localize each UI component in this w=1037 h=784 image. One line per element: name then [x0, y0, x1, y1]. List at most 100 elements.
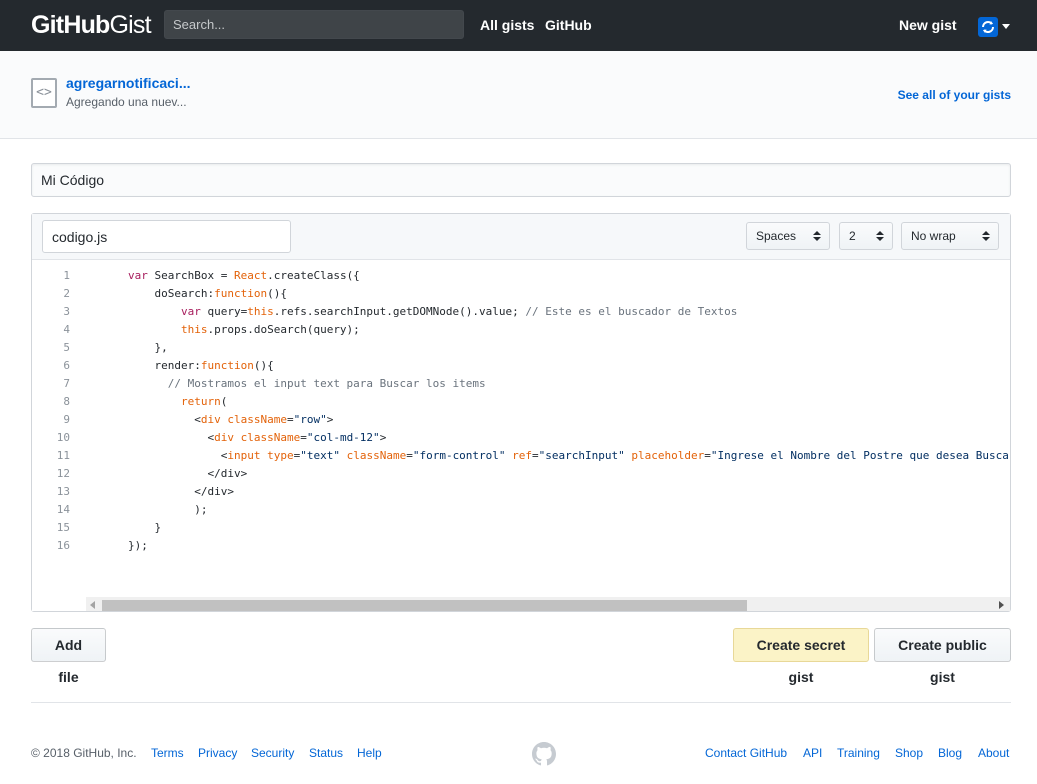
code-token: var: [180, 305, 201, 318]
nav-all-gists[interactable]: All gists: [480, 17, 534, 33]
code-line[interactable]: });: [128, 537, 148, 555]
code-area[interactable]: var SearchBox = React.createClass({ doSe…: [128, 261, 1008, 591]
code-line[interactable]: // Mostramos el input text para Buscar l…: [128, 375, 486, 393]
code-editor[interactable]: 1 2 3 4 5 6 7 8 9 10 11 12 13 14 15 16 var SearchBox = …: [32, 261, 1010, 611]
code-line[interactable]: <div className="row">: [128, 411, 333, 429]
footer-link-blog[interactable]: Blog: [938, 746, 962, 760]
code-token: SearchBox =: [147, 269, 234, 282]
code-token: </div>: [128, 467, 248, 480]
wrap-mode-select[interactable]: No wrap: [901, 222, 999, 250]
scroll-left-arrow-icon[interactable]: [90, 601, 95, 609]
footer-link-status[interactable]: Status: [309, 746, 343, 760]
scrollbar-thumb[interactable]: [102, 600, 747, 611]
code-token: }: [128, 521, 162, 534]
file-header: Spaces 2 No wrap: [32, 214, 1010, 260]
code-token: =: [406, 449, 413, 462]
indent-mode-value: Spaces: [756, 229, 797, 243]
footer-link-about[interactable]: About: [978, 746, 1009, 760]
new-gist-link[interactable]: New gist: [899, 17, 957, 33]
gist-title-link[interactable]: agregarnotificaci...: [66, 75, 190, 91]
add-file-button[interactable]: Add file: [31, 628, 106, 685]
line-number: 10: [56, 431, 70, 444]
github-octocat-icon[interactable]: [532, 742, 556, 766]
github-gist-logo[interactable]: GitHubGist: [31, 11, 152, 39]
code-token: doSearch:: [128, 287, 215, 300]
code-token: input: [227, 449, 261, 462]
nav-github[interactable]: GitHub: [545, 17, 592, 33]
code-line[interactable]: doSearch:function(){: [128, 285, 287, 303]
code-line[interactable]: },: [128, 339, 167, 357]
footer-link-security[interactable]: Security: [251, 746, 294, 760]
wrap-mode-value: No wrap: [911, 229, 956, 243]
logo-github: GitHub: [31, 11, 110, 39]
filename-input[interactable]: [42, 220, 291, 253]
code-token: .props.doSearch(query);: [207, 323, 360, 336]
gist-subhead: <> agregarnotificaci... Agregando una nu…: [0, 51, 1037, 139]
code-token: function: [200, 359, 254, 372]
create-public-gist-button[interactable]: Create public gist: [874, 628, 1011, 685]
footer-link-api[interactable]: API: [803, 746, 822, 760]
code-token: function: [214, 287, 268, 300]
code-token: var: [128, 269, 148, 282]
code-token: >: [379, 431, 387, 444]
code-line[interactable]: this.props.doSearch(query);: [128, 321, 360, 339]
code-line[interactable]: return(: [128, 393, 227, 411]
avatar-icon: [978, 17, 998, 37]
top-header: GitHubGist All gists GitHub New gist: [0, 0, 1037, 51]
footer-link-help[interactable]: Help: [357, 746, 382, 760]
caret-down-icon: [1002, 24, 1010, 29]
user-menu[interactable]: [978, 17, 1010, 37]
scroll-right-arrow-icon[interactable]: [999, 601, 1004, 609]
code-token: placeholder: [631, 449, 705, 462]
indent-size-value: 2: [849, 229, 856, 243]
code-line[interactable]: render:function(){: [128, 357, 273, 375]
code-token: div: [214, 431, 234, 444]
line-number: 9: [63, 413, 70, 426]
code-line[interactable]: var SearchBox = React.createClass({: [128, 267, 360, 285]
code-token: "col-md-12": [306, 431, 380, 444]
file-editor-box: Spaces 2 No wrap 12345678910111213141516…: [31, 213, 1011, 612]
code-token: <: [128, 449, 228, 462]
code-token: =: [300, 431, 307, 444]
code-token: query=: [200, 305, 248, 318]
select-arrows-icon: [982, 231, 990, 241]
code-line[interactable]: <input type="text" className="form-contr…: [128, 447, 1008, 465]
code-token: });: [128, 539, 148, 552]
code-token: <: [128, 413, 201, 426]
code-token: .createClass({: [267, 269, 360, 282]
code-line[interactable]: );: [128, 501, 207, 519]
footer-link-contact[interactable]: Contact GitHub: [705, 746, 787, 760]
indent-size-select[interactable]: 2: [839, 222, 893, 250]
create-secret-gist-button[interactable]: Create secret gist: [733, 628, 869, 685]
footer-link-terms[interactable]: Terms: [151, 746, 184, 760]
search-input[interactable]: [164, 10, 464, 39]
code-token: className: [227, 413, 287, 426]
code-token: "row": [293, 413, 327, 426]
line-number: 3: [63, 305, 70, 318]
code-line[interactable]: }: [128, 519, 161, 537]
indent-mode-select[interactable]: Spaces: [746, 222, 830, 250]
code-token: div: [200, 413, 221, 426]
code-line[interactable]: </div>: [128, 483, 234, 501]
footer-link-privacy[interactable]: Privacy: [198, 746, 237, 760]
code-token: ref: [512, 449, 533, 462]
footer-divider: [31, 702, 1011, 703]
footer-link-training[interactable]: Training: [837, 746, 880, 760]
code-token: (){: [267, 287, 287, 300]
horizontal-scrollbar[interactable]: [86, 597, 1010, 611]
code-line[interactable]: </div>: [128, 465, 247, 483]
see-all-gists-link[interactable]: See all of your gists: [898, 88, 1011, 102]
line-number: 14: [56, 503, 70, 516]
code-line[interactable]: <div className="col-md-12">: [128, 429, 386, 447]
line-number: 2: [63, 287, 70, 300]
code-token: "text": [300, 449, 340, 462]
footer-copyright: © 2018 GitHub, Inc.: [31, 746, 137, 760]
code-line[interactable]: var query=this.refs.searchInput.getDOMNo…: [128, 303, 737, 321]
code-token: className: [346, 449, 407, 462]
footer-link-shop[interactable]: Shop: [895, 746, 923, 760]
gist-description-input[interactable]: [31, 163, 1011, 197]
